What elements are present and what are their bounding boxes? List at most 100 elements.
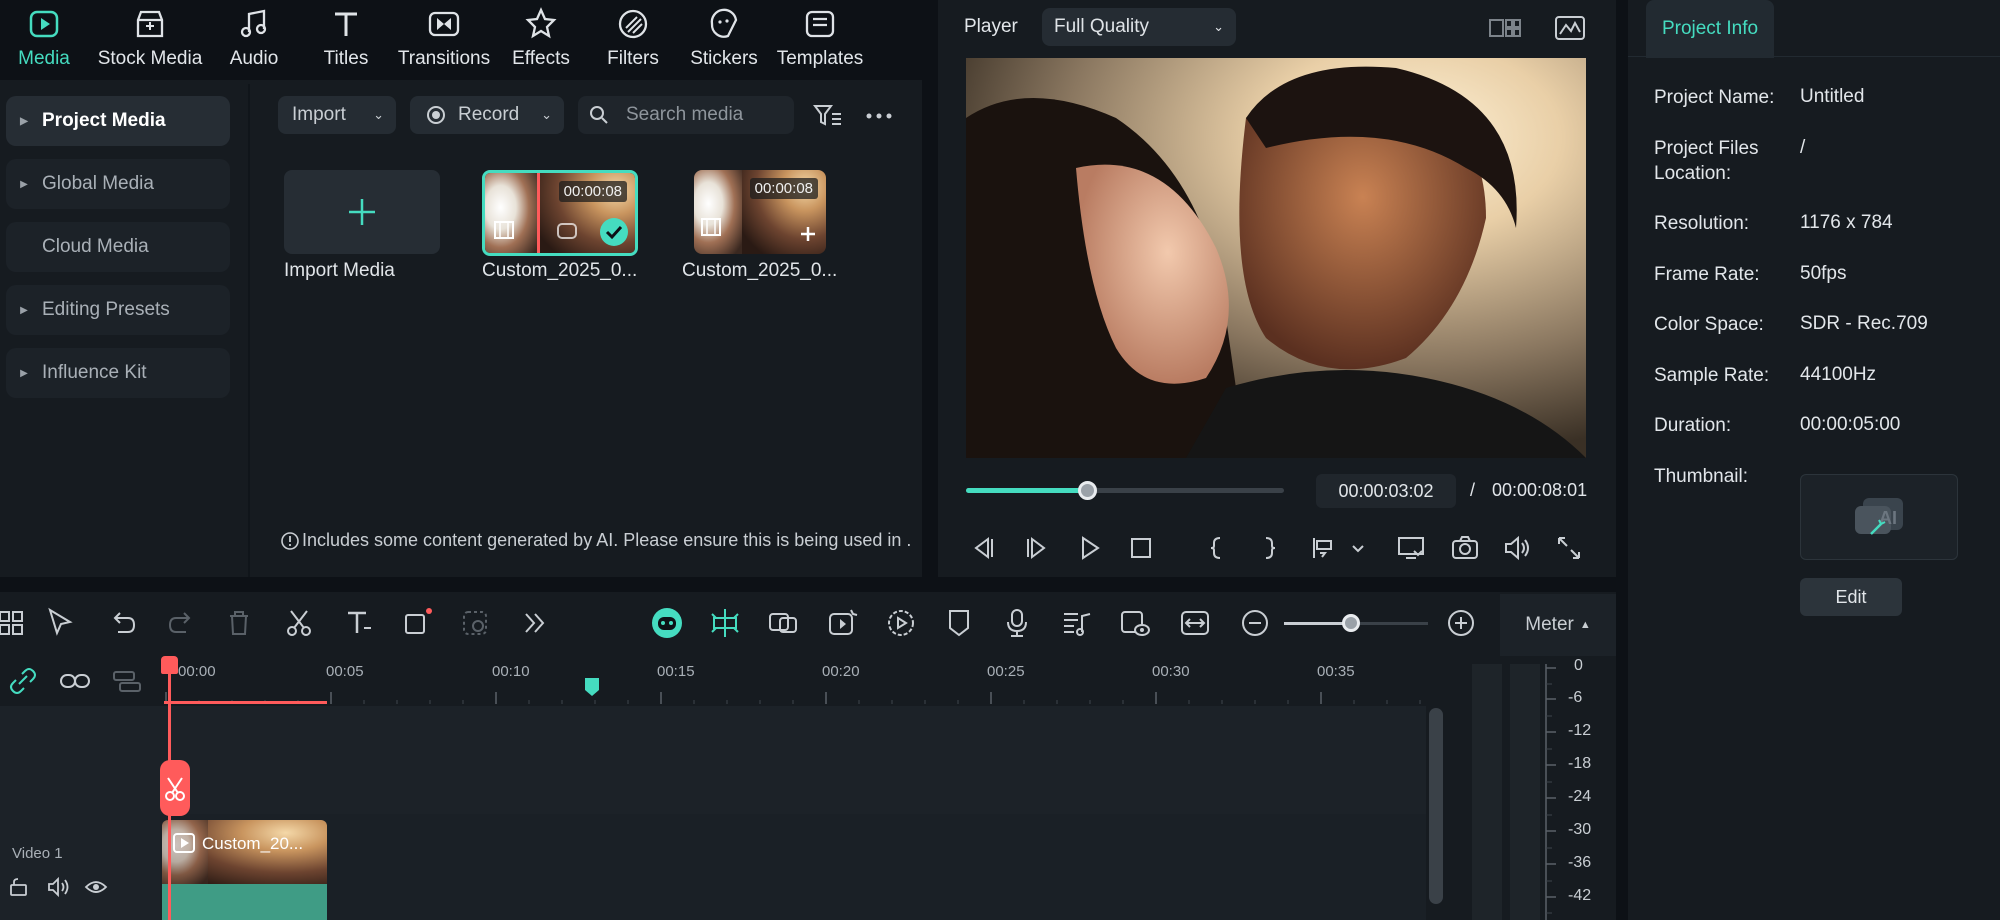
crop-icon[interactable]	[400, 606, 434, 640]
mute-track-icon[interactable]	[46, 876, 70, 898]
scrub-handle[interactable]	[1078, 481, 1097, 500]
expand-icon: ▶	[20, 178, 28, 190]
video-preview[interactable]	[966, 58, 1586, 458]
filter-icon[interactable]	[812, 102, 844, 130]
mask-icon[interactable]	[458, 606, 492, 640]
current-time[interactable]: 00:00:03:02	[1316, 474, 1456, 508]
next-frame-icon[interactable]	[1022, 533, 1052, 563]
nav-titles[interactable]: Titles	[314, 0, 378, 80]
import-media-label: Import Media	[284, 260, 395, 281]
meter-bar-left	[1472, 664, 1502, 920]
display-icon[interactable]	[1396, 533, 1426, 563]
nav-stock-media[interactable]: Stock Media	[92, 0, 208, 80]
nav-stickers[interactable]: Stickers	[686, 0, 762, 80]
ruler-tick-label: 00:05	[326, 663, 364, 680]
sidebar-item-influence-kit[interactable]: ▶ Influence Kit	[6, 348, 230, 398]
scope-icon[interactable]	[1554, 14, 1586, 42]
scrollbar-thumb[interactable]	[1429, 708, 1443, 904]
tab-project-info[interactable]: Project Info	[1646, 0, 1774, 58]
speed-icon[interactable]	[884, 606, 918, 640]
ai-copilot-icon[interactable]	[650, 606, 684, 640]
media-clip[interactable]: 00:00:08	[694, 170, 826, 254]
import-media-tile[interactable]	[284, 170, 440, 254]
zoom-in-icon[interactable]	[1444, 606, 1478, 640]
nav-label: Stock Media	[97, 48, 203, 69]
record-label: Record	[458, 104, 520, 125]
track-layout-icon[interactable]	[110, 666, 144, 696]
ai-notice: Includes some content generated by AI. P…	[280, 530, 911, 551]
nav-effects[interactable]: Effects	[508, 0, 574, 80]
zoom-out-icon[interactable]	[1238, 606, 1272, 640]
frame-rate-value: 50fps	[1800, 263, 1847, 284]
mark-in-icon[interactable]	[1202, 533, 1232, 563]
eye-icon[interactable]	[84, 876, 108, 898]
split-icon[interactable]	[282, 606, 316, 640]
meter-toggle[interactable]: Meter ▲	[1500, 594, 1616, 656]
ai-video-icon[interactable]	[826, 606, 860, 640]
music-track-icon[interactable]	[1060, 606, 1094, 640]
import-dropdown[interactable]: Import ⌄	[278, 96, 396, 134]
effects-icon	[525, 7, 557, 39]
ai-audio-icon[interactable]	[766, 606, 800, 640]
select-tool-icon[interactable]	[44, 606, 78, 640]
track-label: Video 1	[12, 845, 63, 862]
zoom-slider-handle[interactable]	[1342, 614, 1360, 632]
undo-icon[interactable]	[106, 606, 140, 640]
lock-track-icon[interactable]	[8, 876, 30, 898]
more-icon[interactable]	[864, 108, 894, 124]
playhead-handle[interactable]	[161, 656, 178, 674]
media-clip[interactable]: 00:00:08	[482, 170, 638, 256]
ai-clip-icon	[557, 223, 577, 239]
marker-icon[interactable]	[942, 606, 976, 640]
more-tools-icon[interactable]	[518, 606, 552, 640]
nav-templates[interactable]: Templates	[774, 0, 866, 80]
film-icon	[701, 218, 721, 236]
marker-flag-icon[interactable]	[583, 676, 601, 698]
insert-icon[interactable]	[1308, 533, 1338, 563]
info-label: Frame Rate:	[1654, 264, 1760, 285]
search-input[interactable]: Search media	[626, 104, 743, 126]
volume-icon[interactable]	[1502, 533, 1532, 563]
grid-icon[interactable]	[0, 606, 28, 640]
add-icon[interactable]	[798, 224, 818, 244]
delete-icon[interactable]	[222, 606, 256, 640]
stickers-icon	[710, 8, 738, 38]
timeline-ruler[interactable]	[0, 656, 1446, 706]
snapshot-icon[interactable]	[1450, 533, 1480, 563]
nav-audio[interactable]: Audio	[222, 0, 286, 80]
fullscreen-icon[interactable]	[1554, 533, 1584, 563]
nav-transitions[interactable]: Transitions	[394, 0, 494, 80]
nav-media[interactable]: Media	[12, 0, 76, 80]
prev-frame-icon[interactable]	[968, 533, 998, 563]
link-icon[interactable]	[6, 666, 40, 696]
edit-thumbnail-button[interactable]: Edit	[1800, 578, 1902, 616]
sidebar-item-project-media[interactable]: ▶ Project Media	[6, 96, 230, 146]
ruler-tick-label: 00:00	[178, 663, 216, 680]
redo-icon[interactable]	[164, 606, 198, 640]
mark-out-icon[interactable]	[1254, 533, 1284, 563]
microphone-icon[interactable]	[1000, 606, 1034, 640]
quality-dropdown[interactable]: Full Quality ⌄	[1042, 8, 1236, 46]
preview-render-icon[interactable]	[1118, 606, 1152, 640]
text-tool-icon[interactable]	[342, 606, 376, 640]
sidebar-item-global-media[interactable]: ▶ Global Media	[6, 159, 230, 209]
stock-media-icon	[136, 10, 164, 38]
chevron-down-icon[interactable]	[1350, 542, 1366, 556]
vertical-scrollbar[interactable]	[1426, 706, 1446, 920]
group-link-icon[interactable]	[58, 666, 92, 696]
sidebar-item-editing-presets[interactable]: ▶ Editing Presets	[6, 285, 230, 335]
search-box[interactable]: Search media	[578, 96, 794, 134]
fit-timeline-icon[interactable]	[1178, 606, 1212, 640]
record-dropdown[interactable]: Record ⌄	[410, 96, 564, 134]
timeline-clip[interactable]: Custom_20...	[162, 820, 327, 920]
snap-icon[interactable]	[708, 606, 742, 640]
layout-icon[interactable]	[1488, 14, 1522, 42]
play-icon[interactable]	[1074, 533, 1104, 563]
nav-filters[interactable]: Filters	[600, 0, 666, 80]
ai-notice-text: Includes some content generated by AI. P…	[302, 530, 912, 550]
stop-icon[interactable]	[1126, 533, 1156, 563]
split-marker[interactable]	[160, 760, 190, 816]
scrub-track[interactable]	[966, 488, 1284, 493]
thumbnail-box[interactable]: AI	[1800, 474, 1958, 560]
sidebar-item-cloud-media[interactable]: Cloud Media	[6, 222, 230, 272]
